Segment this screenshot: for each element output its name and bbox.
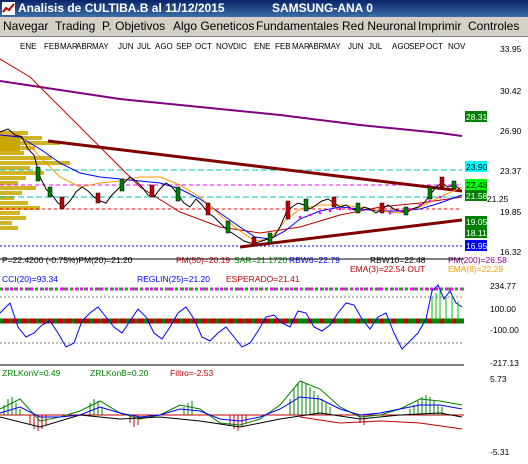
- zrl-axis: 5.73 -5.31: [490, 374, 510, 457]
- cci-axis-label: -100.00: [490, 325, 519, 335]
- zrlkonv-label: ZRLKonV=0.49: [2, 368, 61, 378]
- month-label: ENE: [254, 42, 270, 51]
- zrlkonb-label: ZRLKonB=0.20: [90, 368, 149, 378]
- price-tag: 21.58: [466, 191, 488, 201]
- price-tag: 21.25: [487, 194, 509, 204]
- month-label: DIC: [233, 42, 247, 51]
- cci-histogram: [431, 291, 459, 321]
- price-tag: 23.90: [466, 162, 488, 172]
- menu-imprimir[interactable]: Imprimir: [418, 19, 461, 33]
- zrl-konb-line: [0, 396, 463, 422]
- month-label: JUL: [137, 42, 152, 51]
- symbol-label: SAMSUNG-ANA 0: [272, 1, 373, 15]
- pm200-line: [0, 80, 463, 137]
- price-tag: 16.95: [466, 241, 488, 251]
- ma-red-line: [0, 58, 463, 234]
- month-label: NOV: [216, 42, 234, 51]
- month-label: SEP: [176, 42, 192, 51]
- menu-bar: Navegar Trading P. Objetivos Algo Geneti…: [0, 17, 528, 37]
- zrl-histogram-neg: [29, 415, 365, 431]
- zrl-axis-label: 5.73: [490, 374, 507, 384]
- ema8-label: EMA(8)=22.29: [448, 264, 503, 274]
- zrl-filtro-red: [299, 416, 463, 430]
- cci-axis-label: -217.13: [490, 358, 519, 368]
- trendline-lower: [239, 218, 463, 249]
- zrl-axis-label: -5.31: [490, 447, 510, 457]
- price-axis-label: 30.42: [500, 86, 522, 96]
- cci-axis-label: 234.77: [490, 281, 516, 291]
- chart-area[interactable]: ENE FEB MAR ABR MAY JUN JUL AGO SEP OCT …: [0, 37, 528, 459]
- menu-objetivos[interactable]: P. Objetivos: [102, 19, 165, 33]
- esperado-label: ESPERADO=21.41: [226, 274, 300, 284]
- price-axis-label: 33.95: [500, 44, 522, 54]
- price-indicator-labels: P=22.4200 (-0.75%)PM(20)=21.20 PM(50)=20…: [2, 255, 507, 274]
- volume-profile-top: [0, 135, 20, 151]
- month-label: JUN: [118, 42, 134, 51]
- month-label: ABR: [308, 42, 325, 51]
- chart-svg[interactable]: ENE FEB MAR ABR MAY JUN JUL AGO SEP OCT …: [0, 37, 528, 459]
- reglin-label: REGLIN(25)=21.20: [137, 274, 210, 284]
- month-label: AGO: [392, 42, 410, 51]
- menu-fundamentales[interactable]: Fundamentales: [256, 19, 339, 33]
- rbw6-label: RBW6=22.79: [289, 255, 340, 265]
- filtro-label: Filtro=-2.53: [170, 368, 213, 378]
- menu-navegar[interactable]: Navegar: [3, 19, 48, 33]
- window-title: Analisis de CULTIBA.B al 11/12/2015: [18, 1, 225, 15]
- month-label: JUL: [368, 42, 383, 51]
- month-label: JUN: [348, 42, 364, 51]
- price-axis: 33.95 30.42 26.90 23.37 19.85 16.32: [500, 44, 522, 257]
- cci-label: CCI(20)=93.34: [2, 274, 58, 284]
- zrl-panel: ZRLKonV=0.49 ZRLKonB=0.20 Filtro=-2.53: [0, 364, 464, 431]
- month-label: MAY: [324, 42, 341, 51]
- trendline-upper: [47, 139, 463, 193]
- cci-line: [0, 284, 463, 350]
- month-label: NOV: [448, 42, 466, 51]
- month-label: OCT: [195, 42, 212, 51]
- app-icon: [2, 2, 15, 15]
- month-label: SEP: [409, 42, 425, 51]
- status-label: P=22.4200 (-0.75%)PM(20)=21.20: [2, 255, 133, 265]
- zrl-histogram: [3, 381, 443, 415]
- price-axis-label: 19.85: [500, 207, 522, 217]
- cci-axis: 234.77 100.00 -100.00 -217.13: [490, 281, 519, 368]
- zrl-labels: ZRLKonV=0.49 ZRLKonB=0.20 Filtro=-2.53: [2, 368, 213, 378]
- price-tag: 18.11: [466, 228, 487, 238]
- price-axis-label: 23.37: [500, 166, 522, 176]
- ema-orange-line: [0, 132, 463, 242]
- ema3-label: EMA(3)=22.54 OUT: [350, 264, 425, 274]
- title-bar: Analisis de CULTIBA.B al 11/12/2015 SAMS…: [0, 0, 528, 17]
- menu-red-neuronal[interactable]: Red Neuronal: [342, 19, 416, 33]
- menu-algo-geneticos[interactable]: Algo Geneticos: [173, 19, 254, 33]
- pm50-label: PM(50)=20.19: [176, 255, 230, 265]
- price-axis-label: 16.32: [500, 247, 522, 257]
- month-label: ABR: [76, 42, 93, 51]
- price-tag: 19.05: [466, 217, 488, 227]
- month-label: OCT: [426, 42, 443, 51]
- menu-controles[interactable]: Controles: [468, 19, 519, 33]
- sar-label: SAR=21.1720: [234, 255, 287, 265]
- menu-trading[interactable]: Trading: [55, 19, 95, 33]
- month-label: FEB: [44, 42, 60, 51]
- month-label: FEB: [275, 42, 291, 51]
- price-panel: P=22.4200 (-0.75%)PM(20)=21.20 PM(50)=20…: [0, 58, 507, 274]
- month-axis: ENE FEB MAR ABR MAY JUN JUL AGO SEP OCT …: [20, 42, 466, 51]
- month-label: ENE: [20, 42, 36, 51]
- month-label: AGO: [155, 42, 173, 51]
- price-tag: 28.31: [466, 112, 488, 122]
- price-axis-label: 26.90: [500, 126, 522, 136]
- cci-axis-label: 100.00: [490, 304, 516, 314]
- cci-labels: CCI(20)=93.34 REGLIN(25)=21.20 ESPERADO=…: [2, 274, 300, 284]
- price-tag: 22.48: [466, 180, 488, 190]
- month-label: MAY: [92, 42, 109, 51]
